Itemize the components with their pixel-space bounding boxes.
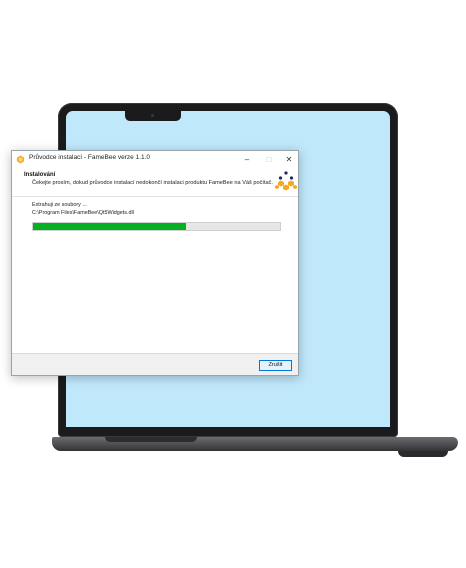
famebee-logo-icon — [16, 155, 25, 164]
famebee-logo — [275, 171, 297, 191]
laptop-base-lip — [105, 437, 197, 442]
footer-bar: Zrušit — [12, 353, 298, 375]
laptop-camera — [151, 114, 154, 117]
status-text: Extrahuji ze soubory ... — [32, 202, 87, 208]
window-title: Průvodce instalací - FameBee verze 1.1.0 — [29, 154, 151, 161]
page-subtitle: Čekejte prosím, dokud průvodce instalací… — [32, 180, 273, 186]
cancel-button[interactable]: Zrušit — [259, 360, 292, 371]
page-title: Instalování — [24, 172, 56, 178]
close-button[interactable]: ✕ — [278, 151, 298, 168]
title-bar[interactable]: Průvodce instalací - FameBee verze 1.1.0… — [12, 151, 298, 168]
progress-bar-fill — [33, 223, 187, 230]
installer-window: Průvodce instalací - FameBee verze 1.1.0… — [11, 150, 299, 376]
content-panel: Extrahuji ze soubory ... C:\Program File… — [12, 197, 298, 353]
minimize-button[interactable]: – — [236, 151, 258, 168]
laptop-foot — [398, 451, 448, 457]
scene: Průvodce instalací - FameBee verze 1.1.0… — [0, 0, 466, 568]
current-file-path: C:\Program Files\FameBee\Qt5Widgets.dll — [32, 210, 134, 216]
progress-bar — [32, 222, 281, 231]
header-panel: Instalování Čekejte prosím, dokud průvod… — [12, 168, 298, 197]
maximize-button: □ — [266, 155, 272, 164]
